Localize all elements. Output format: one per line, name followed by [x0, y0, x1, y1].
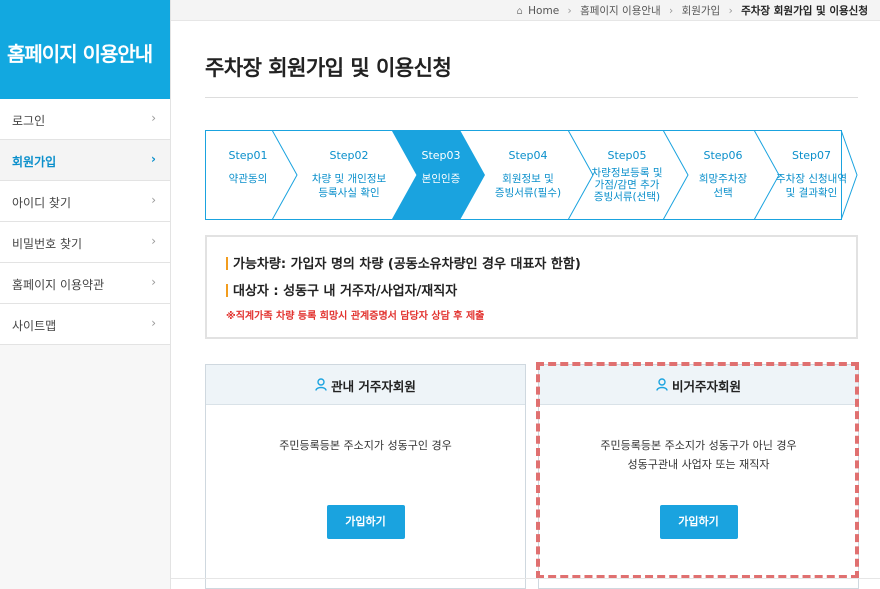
sidebar-item-signup[interactable]: 회원가입 ›	[0, 140, 170, 181]
sidebar-item-terms[interactable]: 홈페이지 이용약관 ›	[0, 263, 170, 304]
step-label: 희망주차장 선택	[698, 173, 748, 199]
step-6: Step06 희망주차장 선택	[681, 130, 765, 220]
chevron-right-icon: ›	[151, 111, 156, 125]
info-vehicle-text: 가능차량: 가입자 명의 차량 (공동소유차량인 경우 대표자 한함)	[233, 257, 581, 272]
sidebar-item-login[interactable]: 로그인 ›	[0, 99, 170, 140]
chevron-right-icon: ›	[151, 234, 156, 248]
sidebar-item-label: 비밀번호 찾기	[12, 237, 83, 251]
step-label: 본인인증	[421, 173, 461, 186]
breadcrumb-item[interactable]: 회원가입	[682, 5, 721, 17]
sidebar-title: 홈페이지 이용안내	[0, 0, 170, 99]
breadcrumb-item[interactable]: 홈페이지 이용안내	[580, 5, 661, 17]
card-header: 비거주자회원	[539, 365, 858, 405]
breadcrumb-separator: ›	[567, 5, 572, 17]
card-description: 주민등록등본 주소지가 성동구인 경우	[279, 439, 452, 452]
footer-divider	[171, 578, 880, 579]
step-number: Step01	[228, 149, 268, 162]
resident-member-card: 관내 거주자회원 주민등록등본 주소지가 성동구인 경우 가입하기	[205, 364, 526, 589]
resident-join-button[interactable]: 가입하기	[326, 505, 405, 539]
step-label: 회원정보 및 증빙서류(필수)	[494, 173, 562, 199]
info-box: 가능차량: 가입자 명의 차량 (공동소유차량인 경우 대표자 한함) 대상자 …	[205, 235, 858, 339]
step-4: Step04 회원정보 및 증빙서류(필수)	[481, 130, 575, 220]
card-title: 비거주자회원	[671, 379, 741, 394]
nonresident-member-card: 비거주자회원 주민등록등본 주소지가 성동구가 아닌 경우 성동구관내 사업자 …	[538, 364, 859, 589]
info-note: ※직계가족 차량 등록 희망시 관계증명서 담당자 상담 후 제출	[226, 311, 485, 322]
info-target-text: 대상자 : 성동구 내 거주자/사업자/재직자	[233, 284, 458, 299]
breadcrumb-home[interactable]: Home	[528, 5, 559, 17]
nonresident-join-button[interactable]: 가입하기	[659, 505, 738, 539]
step-number: Step04	[508, 149, 548, 162]
step-label: 주차장 신청내역 및 결과확인	[776, 173, 847, 199]
breadcrumb-separator: ›	[728, 5, 733, 17]
step-3: Step03 본인인증	[401, 130, 481, 220]
chevron-right-icon: ›	[151, 193, 156, 207]
sidebar-item-label: 회원가입	[12, 155, 57, 169]
step-1: Step01 약관동의	[205, 130, 291, 220]
card-description: 주민등록등본 주소지가 성동구가 아닌 경우 성동구관내 사업자 또는 재직자	[600, 439, 797, 471]
step-label: 약관동의	[228, 173, 268, 186]
person-icon	[656, 378, 668, 395]
title-divider	[205, 97, 858, 98]
page-title: 주차장 회원가입 및 이용신청	[205, 56, 452, 80]
chevron-right-icon: ›	[151, 316, 156, 330]
step-2: Step02 차량 및 개인정보 등록사실 확인	[293, 130, 405, 220]
breadcrumb-separator: ›	[669, 5, 674, 17]
card-title: 관내 거주자회원	[331, 379, 416, 394]
step-number: Step03	[421, 149, 461, 162]
step-7: Step07 주차장 신청내역 및 결과확인	[765, 130, 858, 220]
step-number: Step06	[703, 149, 743, 162]
step-number: Step07	[791, 149, 832, 162]
card-header: 관내 거주자회원	[206, 365, 525, 405]
person-icon	[315, 378, 327, 395]
breadcrumb: ⌂ Home › 홈페이지 이용안내 › 회원가입 › 주차장 회원가입 및 이…	[171, 0, 880, 21]
chevron-right-icon: ›	[151, 152, 156, 166]
step-progress: Step01 약관동의 Step02 차량 및 개인정보 등록사실 확인 Ste…	[205, 130, 858, 220]
info-line-vehicle: 가능차량: 가입자 명의 차량 (공동소유차량인 경우 대표자 한함)	[226, 253, 856, 272]
sidebar-item-find-id[interactable]: 아이디 찾기 ›	[0, 181, 170, 222]
step-label: 차량 및 개인정보 등록사실 확인	[311, 173, 387, 199]
orange-bar-marker	[226, 284, 228, 297]
sidebar-item-label: 로그인	[12, 114, 46, 128]
sidebar-item-label: 사이트맵	[12, 319, 57, 333]
sidebar-item-label: 아이디 찾기	[12, 196, 72, 210]
sidebar-item-find-password[interactable]: 비밀번호 찾기 ›	[0, 222, 170, 263]
info-line-target: 대상자 : 성동구 내 거주자/사업자/재직자	[226, 280, 856, 299]
orange-bar-marker	[226, 257, 228, 270]
step-label: 차량정보등록 및 가점/감면 추가 증빙서류(선택)	[591, 167, 663, 204]
sidebar-item-sitemap[interactable]: 사이트맵 ›	[0, 304, 170, 345]
sidebar: 홈페이지 이용안내 로그인 › 회원가입 › 아이디 찾기 › 비밀번호 찾기 …	[0, 0, 171, 589]
breadcrumb-current: 주차장 회원가입 및 이용신청	[741, 5, 868, 17]
sidebar-item-label: 홈페이지 이용약관	[12, 278, 105, 292]
chevron-right-icon: ›	[151, 275, 156, 289]
home-icon: ⌂	[516, 6, 523, 17]
step-number: Step05	[607, 149, 647, 162]
step-number: Step02	[329, 149, 369, 162]
step-5: Step05 차량정보등록 및 가점/감면 추가 증빙서류(선택)	[575, 130, 679, 220]
